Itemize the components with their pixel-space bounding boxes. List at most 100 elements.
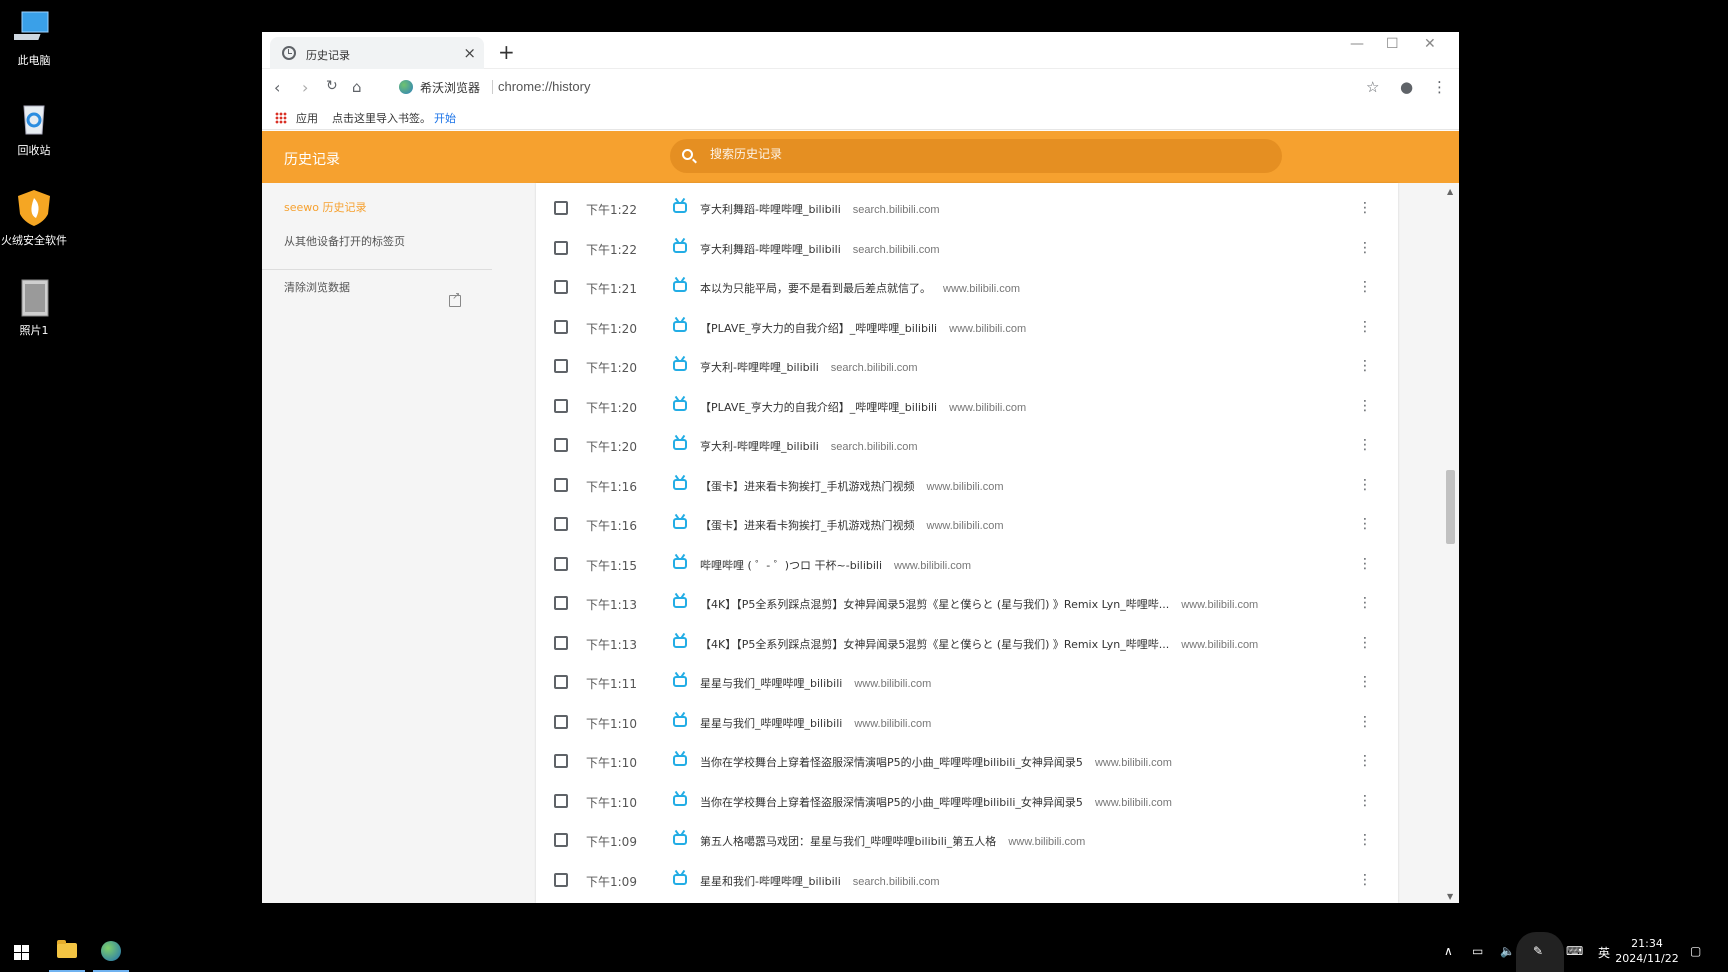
row-more-icon[interactable]: ⋮ bbox=[1358, 595, 1372, 611]
account-icon[interactable]: ● bbox=[1400, 78, 1413, 96]
close-window-button[interactable]: ✕ bbox=[1424, 36, 1436, 52]
row-more-icon[interactable]: ⋮ bbox=[1358, 714, 1372, 730]
history-row[interactable]: 下午1:10 星星与我们_哔哩哔哩_bilibili www.bilibili.co… bbox=[536, 704, 1398, 740]
network-icon[interactable]: ▭ bbox=[1472, 944, 1483, 958]
row-checkbox[interactable] bbox=[554, 319, 568, 334]
row-checkbox[interactable] bbox=[554, 754, 568, 768]
history-row[interactable]: 下午1:20 【PLAVE_亨大力的自我介绍】_哔哩哔哩_bilibili www.… bbox=[536, 309, 1398, 345]
taskbar-file-explorer[interactable] bbox=[45, 932, 89, 972]
row-more-icon[interactable]: ⋮ bbox=[1358, 200, 1372, 216]
row-title[interactable]: 亨大利舞蹈-哔哩哔哩_bilibili search.bilibili.com bbox=[700, 201, 940, 217]
scroll-up-icon[interactable]: ▲ bbox=[1447, 187, 1453, 196]
row-title[interactable]: 【PLAVE_亨大力的自我介绍】_哔哩哔哩_bilibili www.bilibi… bbox=[700, 399, 1026, 415]
row-checkbox[interactable] bbox=[554, 201, 568, 215]
row-checkbox[interactable] bbox=[554, 240, 568, 255]
taskbar-clock[interactable]: 21:34 2024/11/22 bbox=[1612, 936, 1682, 966]
history-row[interactable]: 下午1:09 星星和我们-哔哩哔哩_bilibili search.bilibili… bbox=[536, 862, 1398, 898]
row-checkbox[interactable] bbox=[554, 556, 568, 571]
row-title[interactable]: 【蛋卡】进来看卡狗挨打_手机游戏热门视频 www.bilibili.com bbox=[700, 517, 1004, 533]
search-input[interactable] bbox=[710, 147, 1270, 161]
history-row[interactable]: 下午1:11 星星与我们_哔哩哔哩_bilibili www.bilibili.co… bbox=[536, 664, 1398, 700]
keyboard-icon[interactable]: ⌨ bbox=[1566, 944, 1583, 958]
history-row[interactable]: 下午1:13 【4K】【P5全系列踩点混剪】女神异闻录5混剪《星と僕らと (星与我… bbox=[536, 625, 1398, 661]
bookmark-apps[interactable]: 应用 bbox=[296, 110, 318, 126]
row-title[interactable]: 星星和我们-哔哩哔哩_bilibili search.bilibili.com bbox=[700, 873, 940, 889]
row-checkbox[interactable] bbox=[554, 872, 568, 887]
row-checkbox[interactable] bbox=[554, 793, 568, 808]
row-more-icon[interactable]: ⋮ bbox=[1358, 635, 1372, 651]
row-more-icon[interactable]: ⋮ bbox=[1358, 832, 1372, 848]
new-tab-button[interactable]: + bbox=[498, 40, 515, 64]
sidebar-item-history[interactable]: seewo 历史记录 bbox=[284, 199, 367, 215]
search-box[interactable] bbox=[670, 139, 1282, 173]
history-row[interactable]: 下午1:16 【蛋卡】进来看卡狗挨打_手机游戏热门视频 www.bilibili.c… bbox=[536, 506, 1398, 542]
history-row[interactable]: 下午1:22 亨大利舞蹈-哔哩哔哩_bilibili search.bilibili… bbox=[536, 190, 1398, 226]
apps-grid-icon[interactable] bbox=[275, 112, 287, 124]
row-more-icon[interactable]: ⋮ bbox=[1358, 358, 1372, 374]
reload-icon[interactable]: ↻ bbox=[326, 78, 338, 94]
maximize-button[interactable]: ☐ bbox=[1386, 36, 1399, 52]
row-checkbox[interactable] bbox=[554, 477, 568, 492]
history-row[interactable]: 下午1:09 第五人格噶嚣马戏团：星星与我们_哔哩哔哩bilibili_第五人格 w… bbox=[536, 822, 1398, 858]
back-icon[interactable]: ‹ bbox=[274, 78, 280, 97]
row-title[interactable]: 星星与我们_哔哩哔哩_bilibili www.bilibili.com bbox=[700, 715, 931, 731]
history-row[interactable]: 下午1:10 当你在学校舞台上穿着怪盗服深情演唱P5的小曲_哔哩哔哩bilibil… bbox=[536, 783, 1398, 819]
row-title[interactable]: 【4K】【P5全系列踩点混剪】女神异闻录5混剪《星と僕らと (星与我们) 》Re… bbox=[700, 636, 1258, 652]
row-more-icon[interactable]: ⋮ bbox=[1358, 398, 1372, 414]
history-row[interactable]: 下午1:21 本以为只能平局，要不是看到最后差点就信了。 www.bilibili.… bbox=[536, 269, 1398, 305]
desktop-icon-computer[interactable]: 此电脑 bbox=[0, 8, 68, 68]
row-title[interactable]: 【蛋卡】进来看卡狗挨打_手机游戏热门视频 www.bilibili.com bbox=[700, 478, 1004, 494]
row-more-icon[interactable]: ⋮ bbox=[1358, 753, 1372, 769]
row-title[interactable]: 本以为只能平局，要不是看到最后差点就信了。 www.bilibili.com bbox=[700, 280, 1020, 296]
row-more-icon[interactable]: ⋮ bbox=[1358, 279, 1372, 295]
scrollbar-thumb[interactable] bbox=[1446, 470, 1455, 544]
desktop-icon-recycle-bin[interactable]: 回收站 bbox=[0, 98, 68, 158]
history-row[interactable]: 下午1:13 【4K】【P5全系列踩点混剪】女神异闻录5混剪《星と僕らと (星与我… bbox=[536, 585, 1398, 621]
row-checkbox[interactable] bbox=[554, 517, 568, 531]
bookmark-import-start-link[interactable]: 开始 bbox=[434, 110, 456, 126]
row-more-icon[interactable]: ⋮ bbox=[1358, 556, 1372, 572]
history-row[interactable]: 下午1:20 亨大利-哔哩哔哩_bilibili search.bilibili.c… bbox=[536, 348, 1398, 384]
history-row[interactable]: 下午1:20 亨大利-哔哩哔哩_bilibili search.bilibili.c… bbox=[536, 427, 1398, 463]
scroll-down-icon[interactable]: ▼ bbox=[1447, 892, 1453, 901]
history-row[interactable]: 下午1:22 亨大利舞蹈-哔哩哔哩_bilibili search.bilibili… bbox=[536, 230, 1398, 266]
desktop-icon-huorong[interactable]: 火绒安全软件 bbox=[0, 188, 68, 248]
row-title[interactable]: 【PLAVE_亨大力的自我介绍】_哔哩哔哩_bilibili www.bilibi… bbox=[700, 320, 1026, 336]
row-title[interactable]: 当你在学校舞台上穿着怪盗服深情演唱P5的小曲_哔哩哔哩bilibili_女神异闻… bbox=[700, 794, 1172, 810]
row-checkbox[interactable] bbox=[554, 714, 568, 729]
row-more-icon[interactable]: ⋮ bbox=[1358, 319, 1372, 335]
row-more-icon[interactable]: ⋮ bbox=[1358, 240, 1372, 256]
scrollbar[interactable]: ▲ ▼ bbox=[1442, 183, 1459, 903]
sidebar-item-clear-data[interactable]: 清除浏览数据 bbox=[284, 279, 350, 295]
row-title[interactable]: 星星与我们_哔哩哔哩_bilibili www.bilibili.com bbox=[700, 675, 931, 691]
row-title[interactable]: 哔哩哔哩 ( ゜- ゜)つロ 干杯~-bilibili www.bilibili.… bbox=[700, 557, 971, 573]
sidebar-item-other-devices[interactable]: 从其他设备打开的标签页 bbox=[284, 233, 405, 249]
row-title[interactable]: 当你在学校舞台上穿着怪盗服深情演唱P5的小曲_哔哩哔哩bilibili_女神异闻… bbox=[700, 754, 1172, 770]
row-title[interactable]: 亨大利-哔哩哔哩_bilibili search.bilibili.com bbox=[700, 359, 918, 375]
row-title[interactable]: 【4K】【P5全系列踩点混剪】女神异闻录5混剪《星と僕らと (星与我们) 》Re… bbox=[700, 596, 1258, 612]
history-row[interactable]: 下午1:16 【蛋卡】进来看卡狗挨打_手机游戏热门视频 www.bilibili.c… bbox=[536, 467, 1398, 503]
history-row[interactable]: 下午1:15 哔哩哔哩 ( ゜- ゜)つロ 干杯~-bilibili www.bil… bbox=[536, 546, 1398, 582]
row-title[interactable]: 亨大利-哔哩哔哩_bilibili search.bilibili.com bbox=[700, 438, 918, 454]
row-checkbox[interactable] bbox=[554, 675, 568, 689]
tab-close-icon[interactable]: × bbox=[463, 44, 476, 62]
row-checkbox[interactable] bbox=[554, 438, 568, 452]
taskbar-browser[interactable] bbox=[89, 932, 133, 972]
row-title[interactable]: 第五人格噶嚣马戏团：星星与我们_哔哩哔哩bilibili_第五人格 www.bil… bbox=[700, 833, 1085, 849]
row-more-icon[interactable]: ⋮ bbox=[1358, 793, 1372, 809]
home-icon[interactable]: ⌂ bbox=[352, 78, 362, 96]
desktop-icon-photo[interactable]: 照片1 bbox=[0, 278, 68, 338]
bookmark-star-icon[interactable]: ☆ bbox=[1366, 78, 1379, 96]
history-row[interactable]: 下午1:10 当你在学校舞台上穿着怪盗服深情演唱P5的小曲_哔哩哔哩bilibil… bbox=[536, 743, 1398, 779]
tab-history[interactable]: 历史记录 × bbox=[270, 37, 484, 69]
row-checkbox[interactable] bbox=[554, 359, 568, 373]
row-more-icon[interactable]: ⋮ bbox=[1358, 674, 1372, 690]
volume-icon[interactable]: 🔈 bbox=[1500, 944, 1515, 958]
external-link-icon[interactable] bbox=[449, 291, 461, 307]
minimize-button[interactable]: — bbox=[1350, 36, 1364, 52]
row-checkbox[interactable] bbox=[554, 596, 568, 610]
row-checkbox[interactable] bbox=[554, 635, 568, 650]
row-more-icon[interactable]: ⋮ bbox=[1358, 477, 1372, 493]
address-bar[interactable]: chrome://history bbox=[498, 79, 590, 94]
pen-icon[interactable]: ✎ bbox=[1533, 944, 1543, 958]
